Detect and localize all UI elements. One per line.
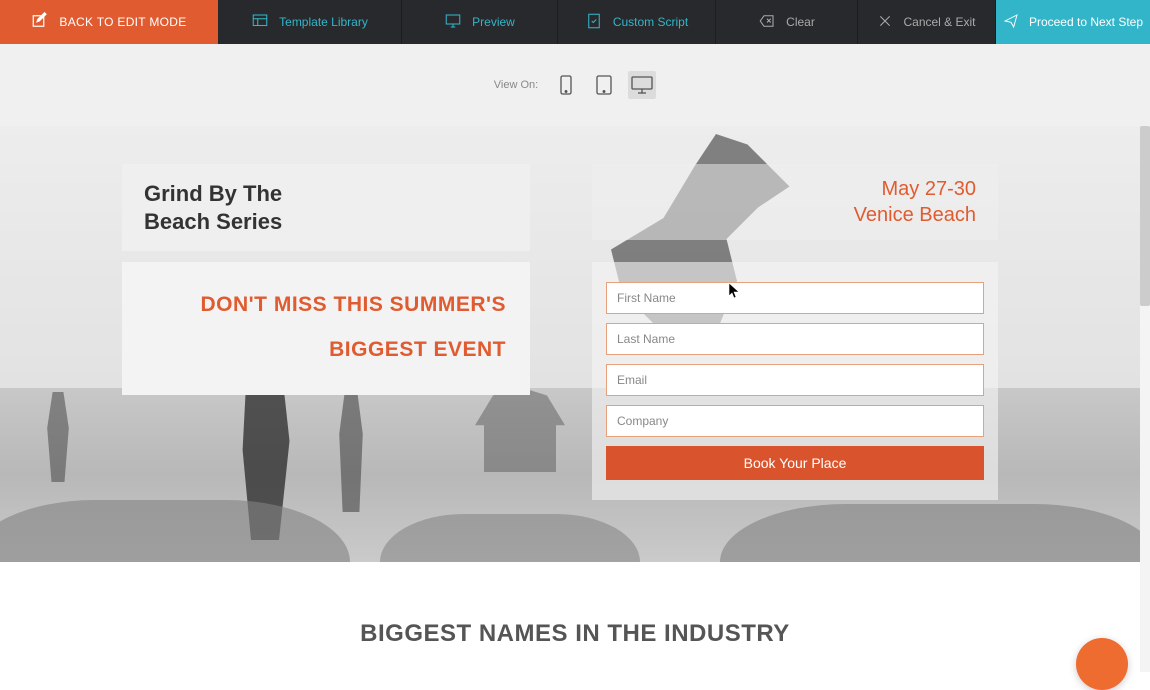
event-location: Venice Beach <box>614 202 976 228</box>
industry-section: BIGGEST NAMES IN THE INDUSTRY <box>0 562 1150 648</box>
email-input[interactable] <box>606 364 984 396</box>
signup-form-card[interactable]: Book Your Place <box>592 262 998 500</box>
proceed-button[interactable]: Proceed to Next Step <box>996 0 1150 44</box>
preview-button[interactable]: Preview <box>402 0 558 44</box>
template-library-button[interactable]: Template Library <box>218 0 402 44</box>
clear-button[interactable]: Clear <box>716 0 858 44</box>
event-title: Grind By The Beach Series <box>144 180 508 235</box>
first-name-input[interactable] <box>606 282 984 314</box>
custom-script-button[interactable]: Custom Script <box>558 0 716 44</box>
preview-label: Preview <box>472 15 515 29</box>
mobile-icon <box>559 75 573 95</box>
tablet-icon <box>595 75 613 95</box>
view-tablet-button[interactable] <box>590 71 618 99</box>
edit-icon <box>31 12 49 33</box>
company-input[interactable] <box>606 405 984 437</box>
top-toolbar: BACK TO EDIT MODE Template Library Previ… <box>0 0 1150 44</box>
custom-script-label: Custom Script <box>613 15 688 29</box>
desktop-icon <box>630 75 654 95</box>
view-desktop-button[interactable] <box>628 71 656 99</box>
date-card[interactable]: May 27-30 Venice Beach <box>592 164 998 240</box>
view-on-label: View On: <box>494 79 538 91</box>
close-icon <box>877 13 893 32</box>
back-to-edit-label: BACK TO EDIT MODE <box>59 15 186 29</box>
scrollbar-thumb[interactable] <box>1140 126 1150 306</box>
event-date: May 27-30 <box>614 176 976 202</box>
view-mobile-button[interactable] <box>552 71 580 99</box>
subtitle-line-2: BIGGEST EVENT <box>146 335 506 364</box>
paper-plane-icon <box>1003 13 1019 32</box>
template-library-label: Template Library <box>279 15 368 29</box>
vertical-scrollbar[interactable] <box>1140 126 1150 672</box>
last-name-input[interactable] <box>606 323 984 355</box>
subtitle-card[interactable]: DON'T MISS THIS SUMMER'S BIGGEST EVENT <box>122 262 530 395</box>
monitor-icon <box>444 12 462 33</box>
hero-ramp-3 <box>720 504 1150 562</box>
canvas-area[interactable]: Grind By The Beach Series May 27-30 Veni… <box>0 126 1150 672</box>
chat-fab[interactable] <box>1076 638 1128 690</box>
view-on-bar: View On: <box>0 44 1150 126</box>
template-icon <box>251 12 269 33</box>
subtitle-line-1: DON'T MISS THIS SUMMER'S <box>146 290 506 319</box>
script-icon <box>585 12 603 33</box>
cancel-exit-button[interactable]: Cancel & Exit <box>858 0 996 44</box>
back-to-edit-button[interactable]: BACK TO EDIT MODE <box>0 0 218 44</box>
hero-ramp-2 <box>380 514 640 562</box>
title-card[interactable]: Grind By The Beach Series <box>122 164 530 251</box>
hero-section: Grind By The Beach Series May 27-30 Veni… <box>0 126 1150 562</box>
proceed-label: Proceed to Next Step <box>1029 15 1143 29</box>
industry-heading: BIGGEST NAMES IN THE INDUSTRY <box>0 620 1150 648</box>
clear-icon <box>758 12 776 33</box>
clear-label: Clear <box>786 15 815 29</box>
cancel-exit-label: Cancel & Exit <box>903 15 975 29</box>
book-place-button[interactable]: Book Your Place <box>606 446 984 480</box>
